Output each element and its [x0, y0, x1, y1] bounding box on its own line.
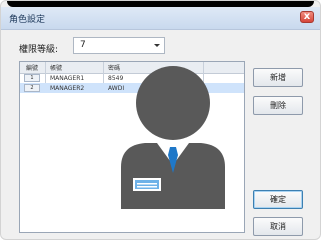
row-account: MANAGER1: [50, 75, 85, 82]
add-button[interactable]: 新增: [253, 68, 303, 87]
row-number: 1: [24, 74, 40, 82]
column-header-account[interactable]: 帳號: [50, 63, 62, 72]
window-title: 角色設定: [9, 15, 46, 25]
delete-button[interactable]: 刪除: [253, 96, 303, 115]
ok-button[interactable]: 確定: [253, 190, 303, 209]
column-header-number[interactable]: 編號: [26, 63, 38, 72]
cancel-button[interactable]: 取消: [253, 217, 303, 236]
permission-level-label: 權限等級:: [19, 45, 59, 55]
close-icon: x: [303, 11, 311, 22]
badge-line: [137, 183, 157, 185]
permission-level-value: 7: [80, 40, 86, 50]
dialog-window: 角色設定 x 權限等級: 7 編號 帳號 密碼 1 MANAGER1 8549 …: [0, 0, 321, 240]
row-account: MANAGER2: [50, 85, 85, 92]
permission-level-select[interactable]: 7: [73, 37, 165, 54]
chevron-down-icon: [154, 44, 160, 47]
close-button[interactable]: x: [300, 11, 314, 23]
user-avatar-icon: [121, 66, 225, 209]
avatar-head: [136, 66, 210, 140]
title-bar: 角色設定 x: [1, 7, 320, 30]
row-number: 2: [24, 84, 40, 92]
badge-line: [137, 186, 157, 188]
